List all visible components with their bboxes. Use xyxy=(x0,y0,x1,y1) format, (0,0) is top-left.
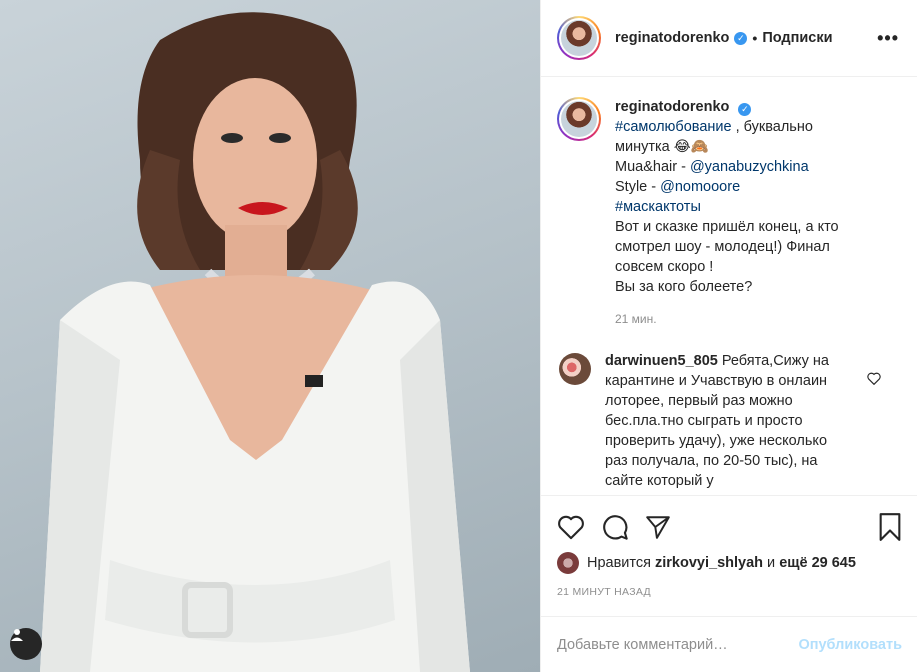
likes-count[interactable]: ещё 29 645 xyxy=(779,555,856,571)
mention-link[interactable]: @yanabuzychkina xyxy=(690,159,809,175)
likes-conj: и xyxy=(767,555,776,571)
author-avatar[interactable] xyxy=(557,16,601,60)
separator-dot: • xyxy=(752,30,758,46)
hashtag-link[interactable]: #самолюбование xyxy=(615,119,732,135)
comment-like-icon[interactable] xyxy=(867,372,881,388)
instagram-post: reginatodorenko ✓ • Подписки ••• reginat… xyxy=(0,0,917,672)
caption-line: Mua&hair - xyxy=(615,159,690,175)
caption: reginatodorenko ✓ #самолюбование , буква… xyxy=(557,97,901,329)
comment-item: darwinuen5_805 Ребята,Сижу на карантине … xyxy=(557,351,901,491)
share-paper-plane-icon[interactable] xyxy=(645,514,671,540)
comment-bubble-icon[interactable] xyxy=(601,513,629,541)
comment-text: Ребята,Сижу на карантине и Учавствую в о… xyxy=(605,353,829,489)
commenter-username[interactable]: darwinuen5_805 xyxy=(605,353,718,369)
post-side-panel: reginatodorenko ✓ • Подписки ••• reginat… xyxy=(540,0,917,672)
more-options-icon[interactable]: ••• xyxy=(877,28,899,49)
likes-prefix: Нравится xyxy=(587,555,651,571)
liker-avatar[interactable] xyxy=(557,552,579,574)
comments-area[interactable]: reginatodorenko ✓ #самолюбование , буква… xyxy=(541,77,917,495)
caption-line: смотрел шоу - молодец!) Финал xyxy=(615,239,830,255)
photo-illustration xyxy=(40,12,470,672)
publish-button[interactable]: Опубликовать xyxy=(798,637,902,653)
hashtag-link[interactable]: #маскактоты xyxy=(615,199,701,215)
commenter-avatar[interactable] xyxy=(559,353,591,385)
user-tag-icon[interactable] xyxy=(10,628,42,660)
likes-summary: Нравится zirkovyi_shlyah и ещё 29 645 xyxy=(557,552,902,574)
comment-body: darwinuen5_805 Ребята,Сижу на карантине … xyxy=(605,351,840,491)
following-button[interactable]: Подписки xyxy=(762,30,832,46)
caption-time[interactable]: 21 мин. xyxy=(615,309,865,329)
comment-input[interactable]: Добавьте комментарий… xyxy=(557,637,798,653)
caption-line: совсем скоро ! xyxy=(615,259,714,275)
caption-username[interactable]: reginatodorenko xyxy=(615,99,729,115)
liker-username[interactable]: zirkovyi_shlyah xyxy=(655,555,763,571)
caption-text: reginatodorenko ✓ #самолюбование , буква… xyxy=(615,97,865,329)
caption-line: , буквально xyxy=(731,119,813,135)
mention-link[interactable]: @nomooore xyxy=(660,179,740,195)
caption-line: Вы за кого болеете? xyxy=(615,279,753,295)
verified-badge-icon: ✓ xyxy=(738,103,752,116)
posted-time[interactable]: 21 МИНУТ НАЗАД xyxy=(557,586,902,598)
author-username[interactable]: reginatodorenko xyxy=(615,30,729,46)
bookmark-icon[interactable] xyxy=(878,513,902,541)
add-comment-bar: Добавьте комментарий… Опубликовать xyxy=(541,616,917,672)
post-photo[interactable] xyxy=(0,0,540,672)
caption-line: Style - xyxy=(615,179,661,195)
verified-badge-icon: ✓ xyxy=(734,31,748,45)
caption-line: Вот и сказке пришёл конец, а кто xyxy=(615,219,839,235)
caption-avatar[interactable] xyxy=(557,97,601,141)
post-header: reginatodorenko ✓ • Подписки ••• xyxy=(541,0,917,77)
post-actions: Нравится zirkovyi_shlyah и ещё 29 645 21… xyxy=(541,495,917,598)
like-heart-icon[interactable] xyxy=(557,514,585,540)
caption-line: минутка 😂🙈 xyxy=(615,139,709,155)
